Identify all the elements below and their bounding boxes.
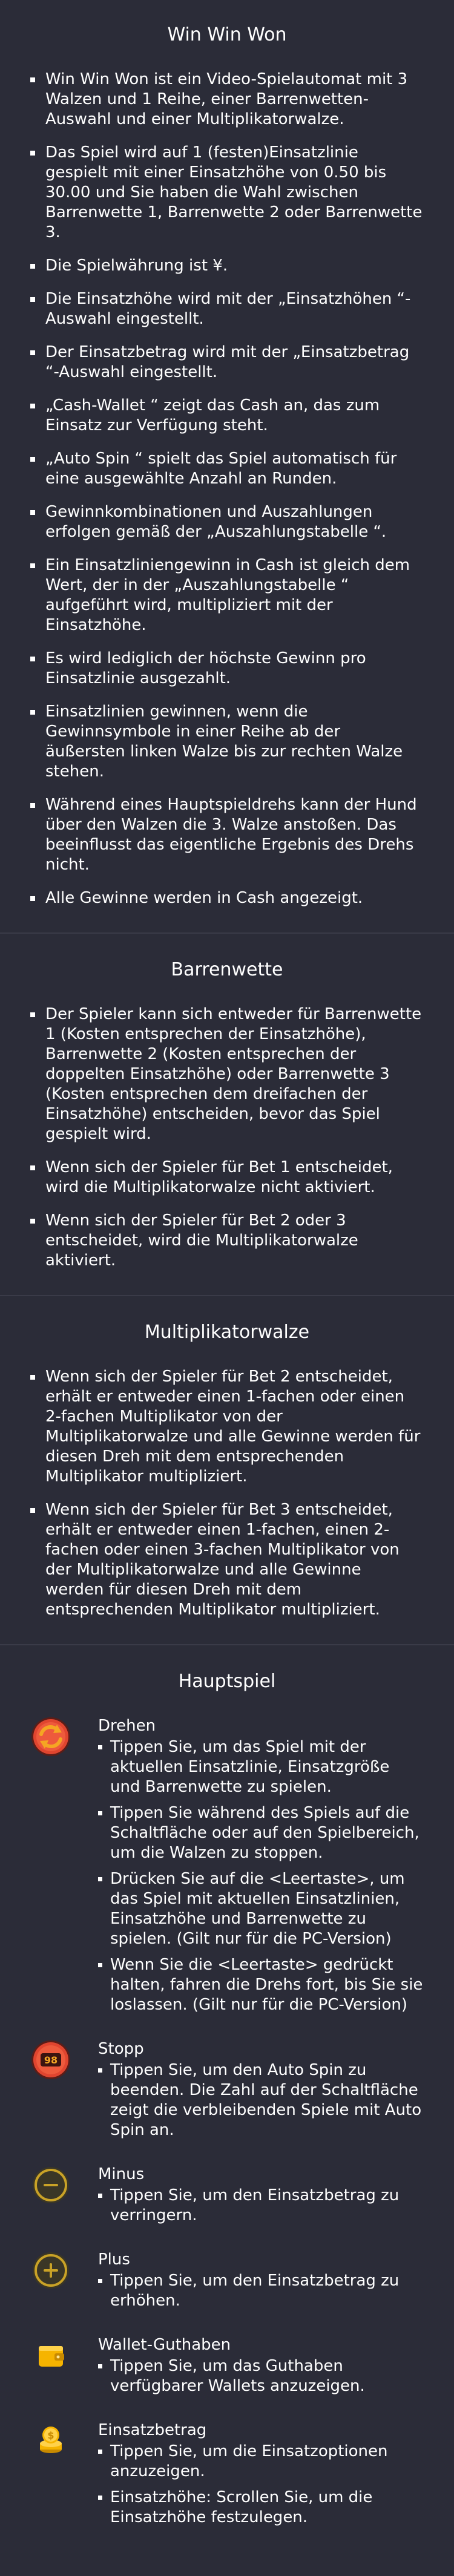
list-item: Tippen Sie, um die Einsatzoptionen anzuz…: [98, 2442, 424, 2482]
minus-icon: [33, 2167, 69, 2203]
section-title-barrenwette: Barrenwette: [171, 959, 283, 980]
list-item: „Auto Spin “ spielt das Spiel automatisc…: [30, 449, 424, 489]
feature-stop-name: Stopp: [98, 2040, 144, 2058]
list-item: Wenn Sie die <Leertaste> gedrückt halten…: [98, 1955, 424, 2015]
feature-spin-list: Tippen Sie, um das Spiel mit der aktuell…: [98, 1737, 424, 2015]
feature-bet-amount-name: Einsatzbetrag: [98, 2421, 207, 2439]
list-item: Win Win Won ist ein Video-Spielautomat m…: [30, 70, 424, 129]
feature-bet-amount: $ Einsatzbetrag Tippen Sie, um die Einsa…: [0, 2420, 454, 2534]
feature-stop: 98 Stopp Tippen Sie, um den Auto Spin zu…: [0, 2039, 454, 2146]
section-overview: Win Win Won Win Win Won ist ein Video-Sp…: [0, 0, 454, 934]
list-item: Tippen Sie, um den Einsatzbetrag zu verr…: [98, 2186, 424, 2226]
list-item: Gewinnkombinationen und Auszahlungen erf…: [30, 502, 424, 542]
list-item: Die Spielwährung ist ¥.: [30, 256, 424, 276]
list-item: Einsatzlinien gewinnen, wenn die Gewinns…: [30, 702, 424, 782]
list-item: Der Spieler kann sich entweder für Barre…: [30, 1005, 424, 1144]
list-item: Ein Einsatzliniengewinn in Cash ist glei…: [30, 556, 424, 635]
feature-wallet-list: Tippen Sie, um das Guthaben verfügbarer …: [98, 2356, 424, 2396]
feature-minus-name: Minus: [98, 2165, 145, 2183]
list-item: Tippen Sie, um den Einsatzbetrag zu erhö…: [98, 2271, 424, 2311]
feature-wallet: Wallet-Guthaben Tippen Sie, um das Gutha…: [0, 2335, 454, 2402]
feature-minus-body: Minus Tippen Sie, um den Einsatzbetrag z…: [98, 2165, 424, 2232]
barrenwette-list: Der Spieler kann sich entweder für Barre…: [0, 1005, 454, 1271]
list-item: Wenn sich der Spieler für Bet 2 oder 3 e…: [30, 1211, 424, 1271]
list-item: Alle Gewinne werden in Cash angezeigt.: [30, 888, 424, 908]
list-item: Während eines Hauptspieldrehs kann der H…: [30, 795, 424, 875]
feature-spin-name: Drehen: [98, 1717, 156, 1735]
section-multiplikator: Multiplikatorwalze Wenn sich der Spieler…: [0, 1296, 454, 1645]
feature-wallet-name: Wallet-Guthaben: [98, 2336, 231, 2354]
feature-stop-body: Stopp Tippen Sie, um den Auto Spin zu be…: [98, 2039, 424, 2146]
svg-text:$: $: [47, 2430, 54, 2441]
spin-icon: [31, 1717, 70, 1756]
list-item: Tippen Sie, um das Spiel mit der aktuell…: [98, 1737, 424, 1797]
list-item: Wenn sich der Spieler für Bet 1 entschei…: [30, 1158, 424, 1198]
feature-stop-list: Tippen Sie, um den Auto Spin zu beenden.…: [98, 2060, 424, 2140]
plus-icon: [33, 2252, 69, 2289]
multiplikator-list: Wenn sich der Spieler für Bet 2 entschei…: [0, 1367, 454, 1620]
section-title-multiplikator: Multiplikatorwalze: [144, 1322, 310, 1343]
feature-plus: Plus Tippen Sie, um den Einsatzbetrag zu…: [0, 2250, 454, 2317]
list-item: „Cash-Wallet “ zeigt das Cash an, das zu…: [30, 396, 424, 436]
list-item: Der Einsatzbetrag wird mit der „Einsatzb…: [30, 342, 424, 382]
feature-plus-name: Plus: [98, 2250, 130, 2269]
list-item: Die Einsatzhöhe wird mit der „Einsatzhöh…: [30, 289, 424, 329]
feature-plus-list: Tippen Sie, um den Einsatzbetrag zu erhö…: [98, 2271, 424, 2311]
feature-bet-amount-list: Tippen Sie, um die Einsatzoptionen anzuz…: [98, 2442, 424, 2528]
section-title-hauptspiel: Hauptspiel: [178, 1671, 276, 1692]
list-item: Wenn sich der Spieler für Bet 2 entschei…: [30, 1367, 424, 1487]
list-item: Tippen Sie, um den Auto Spin zu beenden.…: [98, 2060, 424, 2140]
overview-list: Win Win Won ist ein Video-Spielautomat m…: [0, 70, 454, 908]
list-item: Drücken Sie auf die <Leertaste>, um das …: [98, 1869, 424, 1949]
wallet-icon: [39, 2346, 64, 2367]
feature-spin: Drehen Tippen Sie, um das Spiel mit der …: [0, 1716, 454, 2021]
list-item: Das Spiel wird auf 1 (festen)Einsatzlini…: [30, 143, 424, 243]
stop-icon: 98: [31, 2040, 70, 2079]
section-hauptspiel: Hauptspiel Drehen Tippen Sie, um das Spi…: [0, 1645, 454, 2576]
section-barrenwette: Barrenwette Der Spieler kann sich entwed…: [0, 934, 454, 1296]
list-item: Es wird lediglich der höchste Gewinn pro…: [30, 649, 424, 689]
feature-bet-amount-body: Einsatzbetrag Tippen Sie, um die Einsatz…: [98, 2420, 424, 2534]
list-item: Wenn sich der Spieler für Bet 3 entschei…: [30, 1500, 424, 1620]
feature-wallet-body: Wallet-Guthaben Tippen Sie, um das Gutha…: [98, 2335, 424, 2402]
section-title-overview: Win Win Won: [167, 24, 287, 45]
feature-minus-list: Tippen Sie, um den Einsatzbetrag zu verr…: [98, 2186, 424, 2226]
list-item: Einsatzhöhe: Scrollen Sie, um die Einsat…: [98, 2488, 424, 2528]
list-item: Tippen Sie während des Spiels auf die Sc…: [98, 1803, 424, 1863]
list-item: Tippen Sie, um das Guthaben verfügbarer …: [98, 2356, 424, 2396]
feature-plus-body: Plus Tippen Sie, um den Einsatzbetrag zu…: [98, 2250, 424, 2317]
feature-spin-body: Drehen Tippen Sie, um das Spiel mit der …: [98, 1716, 424, 2021]
coins-icon: $: [40, 2427, 62, 2453]
feature-minus: Minus Tippen Sie, um den Einsatzbetrag z…: [0, 2165, 454, 2232]
stop-badge-count: 98: [44, 2054, 58, 2066]
